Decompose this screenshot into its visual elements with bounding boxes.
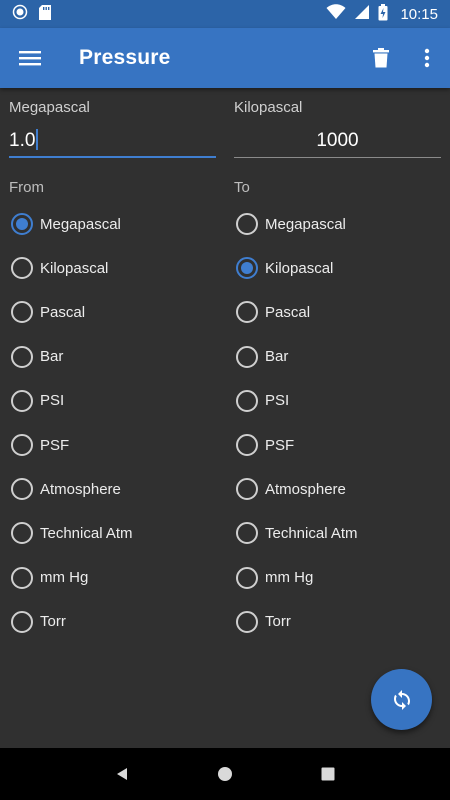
radio-button-icon bbox=[236, 345, 258, 368]
radio-button-icon bbox=[11, 610, 33, 633]
radio-label: Kilopascal bbox=[40, 259, 109, 277]
from-option-kilopascal[interactable]: Kilopascal bbox=[0, 246, 225, 290]
radio-button-icon bbox=[11, 522, 33, 545]
to-option-technical-atm[interactable]: Technical Atm bbox=[225, 511, 450, 555]
radio-button-icon bbox=[11, 345, 33, 368]
radio-label: Megapascal bbox=[265, 215, 346, 233]
to-section-label: To bbox=[234, 179, 250, 196]
to-option-bar[interactable]: Bar bbox=[225, 335, 450, 379]
home-button[interactable] bbox=[205, 754, 245, 794]
to-option-megapascal[interactable]: Megapascal bbox=[225, 202, 450, 246]
trash-icon bbox=[373, 48, 389, 68]
to-option-pascal[interactable]: Pascal bbox=[225, 290, 450, 334]
recents-button[interactable] bbox=[308, 754, 348, 794]
radio-button-icon bbox=[11, 257, 33, 280]
radio-label: PSI bbox=[265, 392, 290, 410]
to-option-mm-hg[interactable]: mm Hg bbox=[225, 556, 450, 600]
from-option-mm-hg[interactable]: mm Hg bbox=[0, 556, 225, 600]
notification-dot-icon bbox=[12, 4, 28, 24]
from-option-torr[interactable]: Torr bbox=[0, 600, 225, 644]
radio-button-icon bbox=[11, 434, 33, 457]
radio-button-icon bbox=[11, 213, 33, 236]
from-unit-list: Megapascal Kilopascal Pascal Bar PSI PSF Atmos… bbox=[0, 202, 225, 644]
status-bar: 10:15 bbox=[0, 0, 450, 28]
home-icon bbox=[217, 767, 232, 781]
radio-button-icon bbox=[236, 213, 258, 236]
radio-button-icon bbox=[236, 610, 258, 633]
radio-button-icon bbox=[11, 566, 33, 589]
to-option-kilopascal[interactable]: Kilopascal bbox=[225, 246, 450, 290]
more-vert-icon bbox=[424, 48, 430, 68]
to-option-psf[interactable]: PSF bbox=[225, 423, 450, 467]
radio-label: PSI bbox=[40, 392, 65, 410]
radio-button-icon bbox=[236, 478, 258, 501]
app-bar: Pressure bbox=[0, 28, 450, 88]
to-option-torr[interactable]: Torr bbox=[225, 600, 450, 644]
radio-label: Technical Atm bbox=[265, 524, 358, 542]
radio-button-icon bbox=[11, 389, 33, 412]
from-option-psf[interactable]: PSF bbox=[0, 423, 225, 467]
recents-icon bbox=[321, 767, 335, 781]
swap-units-button[interactable] bbox=[371, 669, 432, 730]
from-section-label: From bbox=[9, 179, 44, 196]
radio-label: Technical Atm bbox=[40, 524, 133, 542]
swap-refresh-icon bbox=[393, 689, 410, 710]
from-unit-label: Megapascal bbox=[9, 99, 90, 116]
radio-label: Atmosphere bbox=[40, 480, 121, 498]
status-time: 10:15 bbox=[400, 5, 438, 23]
sd-card-icon bbox=[38, 4, 52, 25]
to-option-psi[interactable]: PSI bbox=[225, 379, 450, 423]
to-unit-label: Kilopascal bbox=[234, 99, 303, 116]
from-option-megapascal[interactable]: Megapascal bbox=[0, 202, 225, 246]
from-option-pascal[interactable]: Pascal bbox=[0, 290, 225, 334]
radio-label: mm Hg bbox=[265, 569, 314, 587]
radio-label: Pascal bbox=[40, 303, 86, 321]
radio-button-icon bbox=[236, 522, 258, 545]
battery-charging-icon bbox=[378, 3, 388, 25]
to-unit-list: Megapascal Kilopascal Pascal Bar PSI PSF Atmos… bbox=[225, 202, 450, 644]
wifi-icon bbox=[326, 4, 346, 24]
radio-button-icon bbox=[236, 389, 258, 412]
to-value-output[interactable]: 1000 bbox=[234, 126, 441, 158]
page-title: Pressure bbox=[79, 46, 171, 69]
radio-button-icon bbox=[236, 434, 258, 457]
signal-icon bbox=[354, 4, 370, 24]
back-icon bbox=[116, 768, 127, 780]
text-caret bbox=[36, 129, 39, 150]
from-option-psi[interactable]: PSI bbox=[0, 379, 225, 423]
from-value-input[interactable]: 1.0 bbox=[9, 126, 216, 158]
from-value-text: 1.0 bbox=[9, 130, 36, 151]
from-option-atmosphere[interactable]: Atmosphere bbox=[0, 467, 225, 511]
radio-label: PSF bbox=[265, 436, 295, 454]
more-options-button[interactable] bbox=[404, 28, 450, 88]
radio-button-icon bbox=[236, 257, 258, 280]
radio-label: PSF bbox=[40, 436, 70, 454]
radio-button-icon bbox=[11, 478, 33, 501]
navigation-bar bbox=[0, 748, 450, 800]
radio-button-icon bbox=[236, 301, 258, 324]
delete-button[interactable] bbox=[358, 28, 404, 88]
radio-label: Torr bbox=[265, 613, 291, 631]
from-option-technical-atm[interactable]: Technical Atm bbox=[0, 511, 225, 555]
radio-label: Torr bbox=[40, 613, 66, 631]
back-button[interactable] bbox=[102, 754, 142, 794]
from-option-bar[interactable]: Bar bbox=[0, 335, 225, 379]
radio-label: Bar bbox=[40, 348, 64, 366]
menu-icon bbox=[19, 51, 41, 66]
radio-label: Atmosphere bbox=[265, 480, 346, 498]
radio-label: Pascal bbox=[265, 303, 311, 321]
menu-button[interactable] bbox=[0, 28, 60, 88]
radio-button-icon bbox=[236, 566, 258, 589]
radio-label: Bar bbox=[265, 348, 289, 366]
to-option-atmosphere[interactable]: Atmosphere bbox=[225, 467, 450, 511]
radio-button-icon bbox=[11, 301, 33, 324]
radio-label: Megapascal bbox=[40, 215, 121, 233]
radio-label: mm Hg bbox=[40, 569, 89, 587]
radio-label: Kilopascal bbox=[265, 259, 334, 277]
